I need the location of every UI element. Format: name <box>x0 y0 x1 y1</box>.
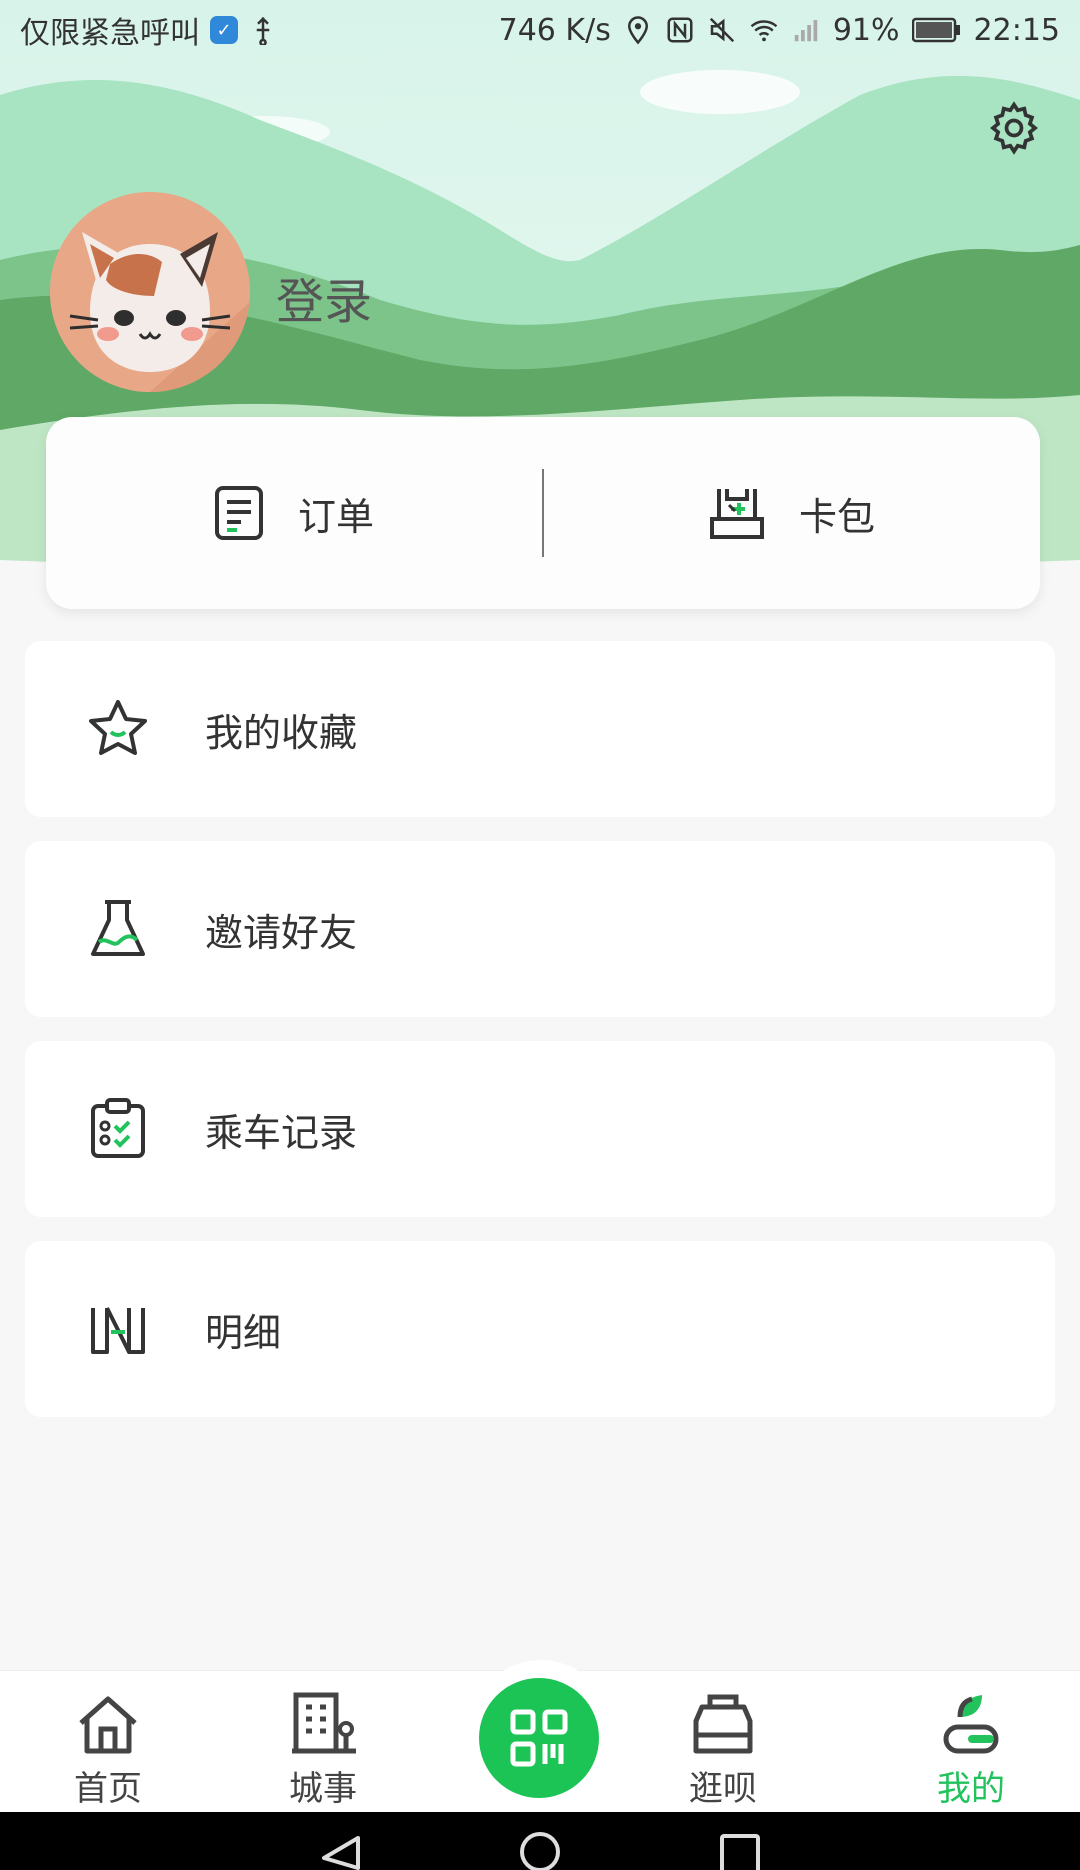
usb-icon <box>256 16 270 45</box>
nav-label-active: 我的 <box>937 1769 1005 1809</box>
ledger-icon <box>91 1307 145 1354</box>
qr-scan-icon <box>510 1709 568 1767</box>
menu-item-favorites[interactable]: 我的收藏 <box>25 641 1055 817</box>
signal-icon <box>794 20 818 42</box>
profile-icon <box>943 1695 999 1754</box>
home-icon <box>79 1696 137 1754</box>
shield-icon: ✓ <box>210 16 238 44</box>
nav-home[interactable]: 首页 <box>48 1689 168 1810</box>
menu-item-label: 明细 <box>205 1310 282 1355</box>
recents-icon[interactable] <box>718 1828 762 1870</box>
city-icon <box>292 1692 356 1754</box>
status-bar: 仅限紧急呼叫 ✓ 746 K/s 91% 22:15 <box>0 0 1080 60</box>
menu-item-ride-records[interactable]: 乘车记录 <box>25 1041 1055 1217</box>
clipboard-check-icon <box>91 1098 145 1158</box>
scan-qr-button[interactable] <box>479 1678 599 1798</box>
location-icon <box>627 16 648 45</box>
card-wallet-label: 卡包 <box>798 494 875 539</box>
nav-city[interactable]: 城事 <box>263 1689 383 1810</box>
battery-percent: 91% <box>832 12 900 48</box>
settings-gear-icon[interactable] <box>986 100 1042 156</box>
orders-label: 订单 <box>297 494 374 539</box>
nav-label: 首页 <box>74 1769 142 1809</box>
nav-label: 城事 <box>289 1769 357 1809</box>
network-speed: 746 K/s <box>498 12 611 48</box>
card-wallet-button[interactable]: 卡包 <box>544 417 1040 609</box>
nav-label: 逛呗 <box>689 1769 757 1809</box>
flask-icon <box>91 900 145 956</box>
cat-avatar-icon <box>50 192 250 392</box>
mute-icon <box>709 17 734 43</box>
nav-mine[interactable]: 我的 <box>911 1689 1031 1810</box>
battery-icon <box>911 17 960 43</box>
menu-item-invite-friends[interactable]: 邀请好友 <box>25 841 1055 1017</box>
system-nav-bar <box>0 1812 1080 1870</box>
nfc-icon <box>667 17 693 43</box>
nav-shop[interactable]: 逛呗 <box>663 1689 783 1810</box>
clock: 22:15 <box>973 12 1060 48</box>
order-icon <box>214 486 263 540</box>
star-icon <box>89 700 147 755</box>
carrier-text: 仅限紧急呼叫 <box>20 16 200 51</box>
menu-item-label: 邀请好友 <box>205 910 358 955</box>
back-icon[interactable] <box>318 1834 362 1870</box>
profile-page: 仅限紧急呼叫 ✓ 746 K/s 91% 22:15 登录 订单 卡包 我的收藏… <box>0 0 1080 1870</box>
avatar[interactable] <box>50 192 250 392</box>
menu-item-label: 乘车记录 <box>205 1110 358 1155</box>
wifi-icon <box>750 20 778 42</box>
shop-icon <box>693 1694 753 1754</box>
menu-item-details[interactable]: 明细 <box>25 1241 1055 1417</box>
orders-button[interactable]: 订单 <box>46 417 542 609</box>
home-circle-icon[interactable] <box>518 1828 562 1870</box>
login-link[interactable]: 登录 <box>276 262 372 332</box>
quick-actions-card: 订单 卡包 <box>46 417 1040 609</box>
card-wallet-icon <box>709 489 764 539</box>
menu-item-label: 我的收藏 <box>205 710 358 755</box>
